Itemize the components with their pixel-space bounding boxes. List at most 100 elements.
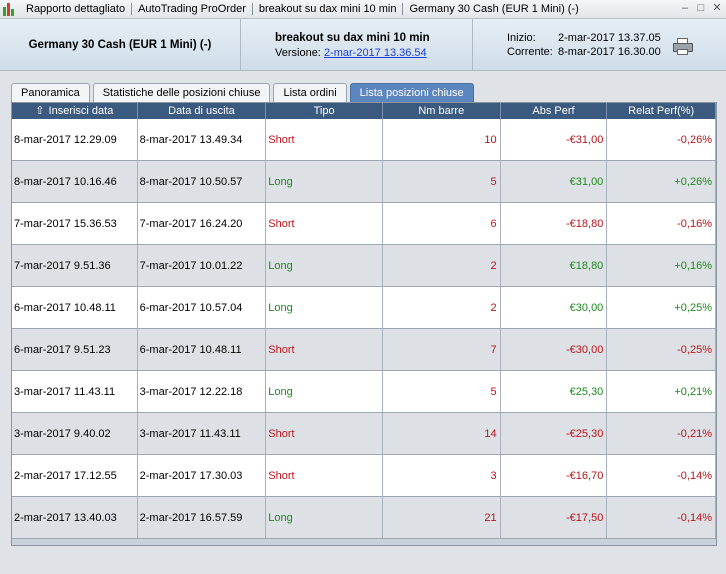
instrument-name: Germany 30 Cash (EUR 1 Mini) (-) xyxy=(0,19,241,71)
cell-type: Long xyxy=(266,371,383,412)
table-row[interactable]: 8-mar-2017 12.29.09 8-mar-2017 13.49.34 Sh… xyxy=(12,119,716,161)
start-value: 2-mar-2017 13.37.05 xyxy=(558,32,661,44)
cell-entry-date: 3-mar-2017 9.40.02 xyxy=(12,413,138,454)
cell-relat-perf: -0,21% xyxy=(607,413,716,454)
table-row[interactable]: 2-mar-2017 13.40.03 2-mar-2017 16.57.59 Lo… xyxy=(12,497,716,539)
window-title-product: AutoTrading ProOrder xyxy=(138,3,246,15)
cell-entry-date: 8-mar-2017 10.16.46 xyxy=(12,161,138,202)
cell-relat-perf: -0,16% xyxy=(607,203,716,244)
table-row[interactable]: 3-mar-2017 9.40.02 3-mar-2017 11.43.11 Sho… xyxy=(12,413,716,455)
cell-type: Short xyxy=(266,203,383,244)
cell-abs-perf: -€16,70 xyxy=(501,455,608,496)
cell-bars: 10 xyxy=(383,119,501,160)
cell-abs-perf: €25,30 xyxy=(501,371,608,412)
column-header-bars[interactable]: Nm barre xyxy=(383,103,501,119)
cell-type: Short xyxy=(266,329,383,370)
cell-type: Long xyxy=(266,245,383,286)
window-title-strategy: breakout su dax mini 10 min xyxy=(258,3,397,15)
table-row[interactable]: 7-mar-2017 15.36.53 7-mar-2017 16.24.20 Sh… xyxy=(12,203,716,245)
cell-relat-perf: -0,26% xyxy=(607,119,716,160)
up-arrow-icon: ⇧ xyxy=(35,105,45,117)
table-body: 8-mar-2017 12.29.09 8-mar-2017 13.49.34 Sh… xyxy=(12,119,716,539)
current-label: Corrente: xyxy=(507,46,553,58)
cell-relat-perf: -0,14% xyxy=(607,497,716,538)
table-row[interactable]: 8-mar-2017 10.16.46 8-mar-2017 10.50.57 Lo… xyxy=(12,161,716,203)
cell-abs-perf: -€17,50 xyxy=(501,497,608,538)
cell-bars: 5 xyxy=(383,371,501,412)
cell-bars: 7 xyxy=(383,329,501,370)
cell-entry-date: 2-mar-2017 17.12.55 xyxy=(12,455,138,496)
cell-entry-date: 6-mar-2017 9.51.23 xyxy=(12,329,138,370)
cell-exit-date: 6-mar-2017 10.48.11 xyxy=(138,329,267,370)
cell-type: Short xyxy=(266,413,383,454)
tab-panoramica[interactable]: Panoramica xyxy=(11,83,90,102)
tab-lista-ordini[interactable]: Lista ordini xyxy=(273,83,347,102)
column-header-abs-perf[interactable]: Abs Perf xyxy=(501,103,608,119)
cell-type: Long xyxy=(266,497,383,538)
cell-entry-date: 3-mar-2017 11.43.11 xyxy=(12,371,138,412)
cell-relat-perf: +0,21% xyxy=(607,371,716,412)
cell-bars: 5 xyxy=(383,161,501,202)
cell-abs-perf: -€30,00 xyxy=(501,329,608,370)
window-title-report: Rapporto dettagliato xyxy=(26,3,126,15)
table-row[interactable]: 2-mar-2017 17.12.55 2-mar-2017 17.30.03 Sh… xyxy=(12,455,716,497)
version-line: Versione: 2-mar-2017 13.36.54 xyxy=(275,47,472,59)
title-bar: Rapporto dettagliato AutoTrading ProOrde… xyxy=(0,0,726,19)
cell-abs-perf: -€18,80 xyxy=(501,203,608,244)
table-row[interactable]: 6-mar-2017 9.51.23 6-mar-2017 10.48.11 Sho… xyxy=(12,329,716,371)
cell-exit-date: 8-mar-2017 13.49.34 xyxy=(138,119,267,160)
cell-type: Short xyxy=(266,455,383,496)
cell-abs-perf: €30,00 xyxy=(501,287,608,328)
cell-type: Long xyxy=(266,287,383,328)
cell-relat-perf: -0,14% xyxy=(607,455,716,496)
version-label: Versione: xyxy=(275,47,321,59)
table-row[interactable]: 7-mar-2017 9.51.36 7-mar-2017 10.01.22 Lon… xyxy=(12,245,716,287)
cell-exit-date: 6-mar-2017 10.57.04 xyxy=(138,287,267,328)
cell-bars: 21 xyxy=(383,497,501,538)
column-header-entry-date[interactable]: ⇧ Inserisci data xyxy=(12,103,138,119)
cell-entry-date: 7-mar-2017 9.51.36 xyxy=(12,245,138,286)
cell-type: Short xyxy=(266,119,383,160)
close-icon[interactable]: ✕ xyxy=(710,2,724,16)
tab-statistiche[interactable]: Statistiche delle posizioni chiuse xyxy=(92,83,271,102)
cell-exit-date: 3-mar-2017 12.22.18 xyxy=(138,371,267,412)
report-header: Germany 30 Cash (EUR 1 Mini) (-) breakou… xyxy=(0,19,726,71)
cell-exit-date: 7-mar-2017 10.01.22 xyxy=(138,245,267,286)
cell-bars: 14 xyxy=(383,413,501,454)
cell-type: Long xyxy=(266,161,383,202)
table-header: ⇧ Inserisci data Data di uscita Tipo Nm b… xyxy=(12,103,717,119)
column-header-relat-perf[interactable]: Relat Perf(%) xyxy=(607,103,717,119)
cell-relat-perf: +0,16% xyxy=(607,245,716,286)
cell-entry-date: 8-mar-2017 12.29.09 xyxy=(12,119,138,160)
printer-icon[interactable] xyxy=(672,38,694,56)
cell-abs-perf: -€25,30 xyxy=(501,413,608,454)
app-chart-icon xyxy=(2,0,20,18)
window-title-instrument: Germany 30 Cash (EUR 1 Mini) (-) xyxy=(409,3,579,15)
column-header-type[interactable]: Tipo xyxy=(266,103,383,119)
table-row[interactable]: 6-mar-2017 10.48.11 6-mar-2017 10.57.04 Lo… xyxy=(12,287,716,329)
tab-lista-posizioni-chiuse[interactable]: Lista posizioni chiuse xyxy=(349,83,474,102)
cell-exit-date: 7-mar-2017 16.24.20 xyxy=(138,203,267,244)
cell-abs-perf: -€31,00 xyxy=(501,119,608,160)
cell-bars: 3 xyxy=(383,455,501,496)
minimize-icon[interactable]: – xyxy=(678,2,692,16)
strategy-name: breakout su dax mini 10 min xyxy=(275,32,430,44)
cell-bars: 2 xyxy=(383,287,501,328)
cell-relat-perf: +0,26% xyxy=(607,161,716,202)
cell-bars: 6 xyxy=(383,203,501,244)
cell-relat-perf: +0,25% xyxy=(607,287,716,328)
cell-exit-date: 3-mar-2017 11.43.11 xyxy=(138,413,267,454)
tab-bar: Panoramica Statistiche delle posizioni c… xyxy=(11,83,477,102)
cell-entry-date: 2-mar-2017 13.40.03 xyxy=(12,497,138,538)
closed-positions-table: ⇧ Inserisci data Data di uscita Tipo Nm b… xyxy=(11,102,717,546)
cell-abs-perf: €18,80 xyxy=(501,245,608,286)
cell-abs-perf: €31,00 xyxy=(501,161,608,202)
strategy-section: breakout su dax mini 10 min Versione: 2-… xyxy=(241,19,473,71)
version-link[interactable]: 2-mar-2017 13.36.54 xyxy=(324,47,427,59)
table-row[interactable]: 3-mar-2017 11.43.11 3-mar-2017 12.22.18 Lo… xyxy=(12,371,716,413)
column-header-exit-date[interactable]: Data di uscita xyxy=(138,103,267,119)
maximize-icon[interactable]: □ xyxy=(694,2,708,16)
cell-entry-date: 7-mar-2017 15.36.53 xyxy=(12,203,138,244)
cell-entry-date: 6-mar-2017 10.48.11 xyxy=(12,287,138,328)
current-value: 8-mar-2017 16.30.00 xyxy=(558,46,661,58)
